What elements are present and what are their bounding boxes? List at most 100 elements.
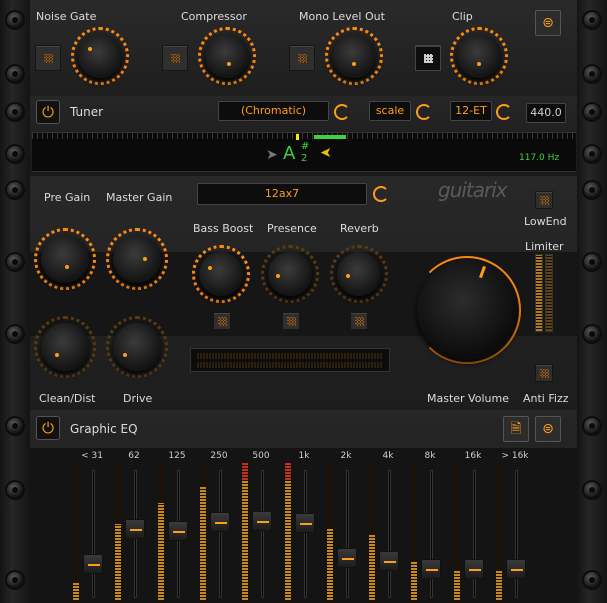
eq-band-label: 500 <box>252 451 270 461</box>
eq-band-meter-fill <box>454 570 460 600</box>
tuner-scale-select[interactable]: scale <box>369 101 411 121</box>
eq-band <box>200 460 230 600</box>
limiter-label: Limiter <box>525 240 564 253</box>
noise-gate-toggle[interactable] <box>35 45 61 71</box>
eq-slider-thumb[interactable] <box>421 559 441 579</box>
screw-icon <box>584 66 600 82</box>
master-volume-label: Master Volume <box>427 392 509 405</box>
tuner-center-mark <box>296 134 299 140</box>
tuner-frequency: 117.0 Hz <box>519 153 560 163</box>
eq-band-label: < 31 <box>81 451 103 461</box>
preset-file-icon[interactable]: 🗎 <box>503 416 529 442</box>
eq-band-meter <box>411 462 417 600</box>
eq-band <box>115 460 145 600</box>
mixer-icon[interactable]: ⊜ <box>535 10 561 36</box>
bass-boost-knob[interactable] <box>199 252 243 296</box>
master-gain-knob[interactable] <box>113 235 161 283</box>
presence-toggle[interactable] <box>282 312 300 330</box>
eq-slider-track[interactable] <box>261 470 264 598</box>
antifizz-label: Anti Fizz <box>523 392 569 405</box>
screw-icon <box>7 254 23 270</box>
master-volume-knob[interactable] <box>417 260 517 360</box>
screw-icon <box>584 572 600 588</box>
reverb-toggle[interactable] <box>350 312 368 330</box>
drive-knob[interactable] <box>113 323 161 371</box>
screw-icon <box>584 482 600 498</box>
eq-band-label: 62 <box>128 451 140 461</box>
eq-band-label: 16k <box>464 451 482 461</box>
cycle-icon[interactable] <box>416 104 432 120</box>
screw-icon <box>7 182 23 198</box>
antifizz-toggle[interactable] <box>535 364 553 382</box>
eq-band-label: 8k <box>424 451 436 461</box>
eq-slider-thumb[interactable] <box>83 554 103 574</box>
mono-level-out-knob[interactable] <box>332 34 376 78</box>
presence-knob[interactable] <box>268 252 312 296</box>
right-rail <box>577 176 607 410</box>
tuner-temperament-select[interactable]: 12-ET <box>450 101 492 121</box>
cycle-icon[interactable] <box>496 104 512 120</box>
eq-title: Graphic EQ <box>70 422 138 436</box>
pre-gain-knob[interactable] <box>41 235 89 283</box>
eq-slider-thumb[interactable] <box>210 512 230 532</box>
eq-band-meter <box>242 462 248 600</box>
clip-knob[interactable] <box>457 34 501 78</box>
mixer-icon[interactable]: ⊜ <box>535 416 561 442</box>
reverb-knob[interactable] <box>337 252 381 296</box>
tuner-accidental: # <box>301 141 310 152</box>
eq-slider-thumb[interactable] <box>125 519 145 539</box>
compressor-label: Compressor <box>181 10 247 23</box>
top-effects-strip: Noise Gate Compressor Mono Level Out Cli… <box>0 0 607 96</box>
noise-gate-knob[interactable] <box>78 34 122 78</box>
eq-slider-track[interactable] <box>304 470 307 598</box>
eq-slider-track[interactable] <box>92 470 95 598</box>
lowend-toggle[interactable] <box>535 191 553 209</box>
tuner-octave: 2 <box>301 153 308 164</box>
eq-slider-track[interactable] <box>219 470 222 598</box>
clean-dist-knob[interactable] <box>41 323 89 371</box>
tuner-reference-field[interactable]: 440.0 <box>526 103 566 123</box>
eq-slider-thumb[interactable] <box>337 548 357 568</box>
mono-level-out-label: Mono Level Out <box>299 10 385 23</box>
eq-band-meter <box>158 462 164 600</box>
compressor-knob[interactable] <box>205 34 249 78</box>
eq-slider-thumb[interactable] <box>464 559 484 579</box>
cycle-icon[interactable] <box>334 104 350 120</box>
cycle-icon[interactable] <box>373 186 389 202</box>
master-gain-label: Master Gain <box>106 191 173 204</box>
eq-slider-thumb[interactable] <box>252 511 272 531</box>
eq-band-meter-peak <box>285 462 291 480</box>
tuner-mode-select[interactable]: (Chromatic) <box>218 101 329 121</box>
amp-module: 12ax7 guitarix Pre Gain Master Gain Bass… <box>0 176 607 410</box>
eq-slider-thumb[interactable] <box>379 551 399 571</box>
eq-band <box>285 460 315 600</box>
bass-boost-label: Bass Boost <box>193 222 254 235</box>
screw-icon <box>584 326 600 342</box>
eq-slider-track[interactable] <box>346 470 349 598</box>
sharp-arrow-icon: ➤ <box>320 145 332 161</box>
tuner-note: A <box>283 143 296 164</box>
eq-power-button[interactable]: ⏻ <box>36 416 60 440</box>
eq-band-label: 4k <box>382 451 394 461</box>
eq-slider-thumb[interactable] <box>168 521 188 541</box>
eq-slider-thumb[interactable] <box>506 559 526 579</box>
eq-band-meter-fill <box>285 469 291 600</box>
eq-band-meter-fill <box>115 524 121 600</box>
screw-icon <box>584 12 600 28</box>
eq-slider-track[interactable] <box>388 470 391 598</box>
eq-band-meter <box>454 462 460 600</box>
tube-select[interactable]: 12ax7 <box>197 183 367 205</box>
tuner-title: Tuner <box>70 105 104 119</box>
clip-toggle[interactable] <box>415 45 441 71</box>
reverb-label: Reverb <box>340 222 379 235</box>
eq-band-meter-fill <box>411 561 417 600</box>
eq-band-meter <box>200 462 206 600</box>
screw-icon <box>7 572 23 588</box>
eq-band-label: > 16k <box>501 451 529 461</box>
mono-level-out-toggle[interactable] <box>289 45 315 71</box>
compressor-toggle[interactable] <box>162 45 188 71</box>
tuner-power-button[interactable]: ⏻ <box>36 100 60 124</box>
eq-band-meter <box>369 462 375 600</box>
bass-boost-toggle[interactable] <box>213 312 231 330</box>
eq-slider-thumb[interactable] <box>295 513 315 533</box>
